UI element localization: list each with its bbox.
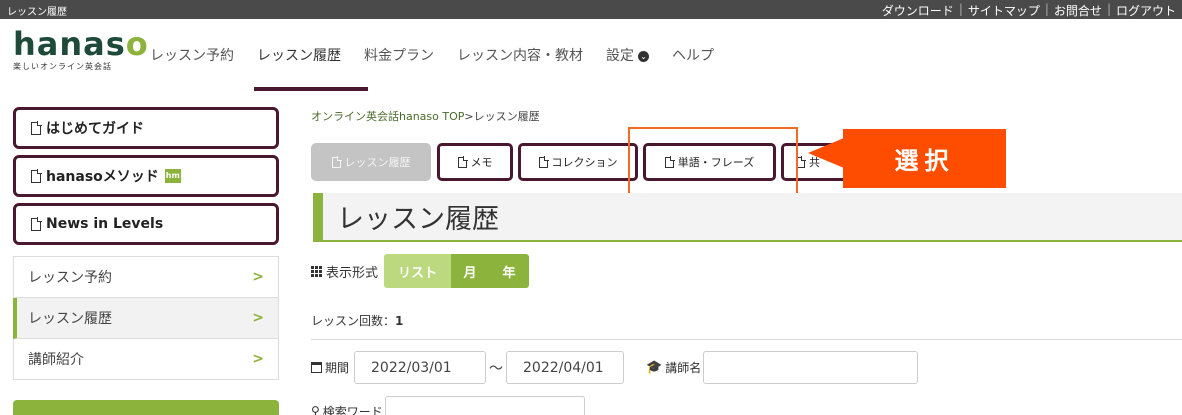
nav-settings[interactable]: 設定 ⌄: [606, 45, 649, 65]
sidebar-beginner-guide-button[interactable]: はじめてガイド: [13, 107, 279, 149]
breadcrumb-separator: >: [464, 110, 474, 123]
tab-label: コレクション: [551, 156, 618, 169]
divider: [311, 339, 1182, 340]
hm-badge-icon: hm: [164, 169, 181, 183]
select-callout: 選択: [843, 129, 1006, 188]
global-nav: レッスン予約 レッスン履歴 料金プラン レッスン内容・教材 設定 ⌄ ヘルプ: [150, 45, 737, 65]
logo-word: hanaso: [13, 25, 149, 63]
document-icon: [457, 155, 468, 168]
contact-link[interactable]: お問合せ: [1054, 2, 1102, 19]
lesson-count-label: レッスン回数：: [311, 314, 396, 328]
page-title: レッスン履歴: [313, 193, 1182, 242]
sidebar-menu: レッスン予約 > レッスン履歴 > 講師紹介 >: [13, 256, 279, 380]
lesson-count-value: 1: [395, 314, 404, 328]
sidebar-button-label: hanasoメソッド: [46, 169, 159, 185]
logout-link[interactable]: ログアウト: [1116, 2, 1176, 19]
separator: |: [958, 2, 963, 16]
download-link[interactable]: ダウンロード: [882, 2, 954, 19]
date-to-input[interactable]: 2022/04/01: [506, 351, 625, 384]
nav-pricing[interactable]: 料金プラン: [364, 45, 434, 65]
graduation-cap-icon: 🎓: [646, 360, 663, 375]
site-label: レッスン履歴: [7, 7, 67, 18]
active-nav-indicator: [254, 87, 368, 91]
tab-collection[interactable]: コレクション: [518, 143, 638, 181]
document-icon: [31, 120, 42, 135]
sidebar-news-in-levels-button[interactable]: News in Levels: [13, 203, 279, 245]
keyword-label: 検索ワード: [322, 404, 383, 415]
sidebar-item-label: 講師紹介: [28, 352, 84, 368]
top-bar: レッスン履歴 ダウンロード | サイトマップ | お問合せ | ログアウト: [0, 0, 1182, 19]
view-year-button[interactable]: 年: [489, 254, 530, 288]
date-from-input[interactable]: 2022/03/01: [354, 351, 487, 384]
document-icon: [538, 155, 549, 168]
view-format-toggle: リスト 月 年: [384, 254, 530, 288]
separator: |: [1044, 2, 1049, 16]
sidebar-item-label: レッスン履歴: [28, 311, 112, 327]
breadcrumb-home-link[interactable]: オンライン英会話hanaso TOP: [311, 110, 464, 123]
utility-links: ダウンロード | サイトマップ | お問合せ | ログアウト: [882, 2, 1176, 19]
lesson-count: レッスン回数：1: [311, 312, 403, 329]
hanaso-logo[interactable]: hanaso 楽しいオンライン英会話: [13, 28, 149, 72]
sidebar-green-button[interactable]: [13, 400, 279, 415]
callout-arrow: [808, 138, 844, 168]
view-format-label: 表示形式: [326, 265, 379, 281]
calendar-icon: [311, 362, 322, 373]
sidebar-button-label: はじめてガイド: [46, 121, 144, 137]
sidebar-item-teachers[interactable]: 講師紹介 >: [13, 339, 279, 380]
view-list-button[interactable]: リスト: [384, 254, 452, 288]
view-format-row: 表示形式 リスト 月 年: [311, 254, 530, 288]
view-month-button[interactable]: 月: [451, 254, 490, 288]
period-label: 期間: [325, 361, 350, 375]
nav-lesson-booking[interactable]: レッスン予約: [150, 45, 234, 65]
range-separator: 〜: [489, 360, 504, 377]
grid-icon: [311, 265, 322, 277]
keyword-input[interactable]: [384, 396, 585, 415]
nav-help[interactable]: ヘルプ: [672, 45, 714, 65]
tab-label: レッスン履歴: [344, 156, 411, 169]
highlight-box: [628, 127, 798, 196]
tab-memo[interactable]: メモ: [437, 143, 513, 181]
tab-label: メモ: [470, 156, 493, 169]
sitemap-link[interactable]: サイトマップ: [968, 2, 1040, 19]
teacher-name-input[interactable]: [703, 351, 919, 384]
sidebar-item-label: レッスン予約: [28, 270, 112, 286]
document-icon: [31, 168, 42, 183]
sidebar-hanaso-method-button[interactable]: hanasoメソッド hm: [13, 155, 279, 197]
nav-lesson-history[interactable]: レッスン履歴: [257, 45, 341, 65]
separator: |: [1106, 2, 1111, 16]
document-icon: [31, 216, 42, 231]
search-icon: ⚲: [311, 404, 320, 415]
filter-row: 期間 2022/03/01 〜 2022/04/01 🎓 講師名: [311, 351, 919, 384]
teacher-name-label: 講師名: [665, 361, 702, 375]
nav-lesson-content[interactable]: レッスン内容・教材: [457, 45, 583, 65]
breadcrumb: オンライン英会話hanaso TOP>レッスン履歴: [311, 108, 540, 124]
tab-lesson-history[interactable]: レッスン履歴: [311, 143, 431, 181]
sidebar-item-lesson-booking[interactable]: レッスン予約 >: [13, 257, 279, 298]
chevron-right-icon: >: [252, 269, 264, 285]
breadcrumb-current: レッスン履歴: [473, 110, 540, 123]
chevron-right-icon: >: [252, 310, 264, 326]
chevron-right-icon: >: [252, 351, 264, 367]
sidebar-button-label: News in Levels: [46, 216, 164, 232]
keyword-row: ⚲ 検索ワード: [311, 396, 585, 415]
document-icon: [331, 155, 342, 168]
sidebar-item-lesson-history[interactable]: レッスン履歴 >: [13, 298, 279, 339]
chevron-down-icon: ⌄: [638, 51, 649, 62]
